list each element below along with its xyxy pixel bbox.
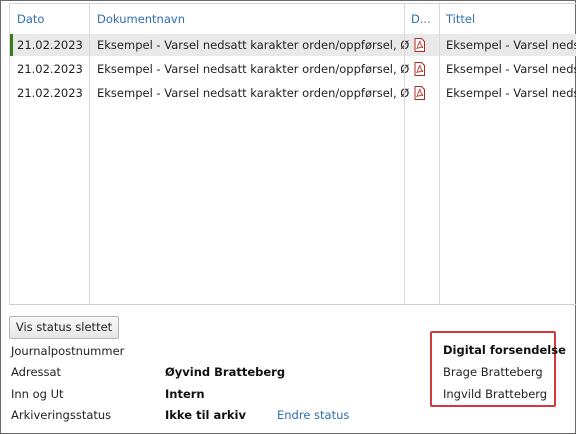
archive-status-label: Arkiveringsstatus: [11, 408, 112, 422]
window-frame: Dato Dokumentnavn D... Tittel 21.02.2023…: [0, 0, 576, 434]
pdf-icon[interactable]: [414, 62, 425, 76]
cell-document-name[interactable]: Eksempel - Varsel nedsatt karakter orden…: [97, 34, 409, 56]
table-row[interactable]: 21.02.2023 Eksempel - Varsel nedsatt kar…: [9, 34, 576, 56]
cell-date: 21.02.2023: [17, 86, 83, 100]
digital-recipient: Brage Bratteberg: [443, 365, 543, 379]
cell-document-name[interactable]: Eksempel - Varsel nedsatt karakter orden…: [97, 82, 409, 104]
direction-value: Intern: [165, 387, 205, 401]
change-status-link[interactable]: Endre status: [277, 408, 349, 422]
cell-date: 21.02.2023: [17, 62, 83, 76]
column-divider: [89, 4, 90, 304]
cell-date: 21.02.2023: [17, 38, 83, 52]
cell-title: Eksempel - Varsel nedsatt: [446, 86, 576, 100]
cell-title: Eksempel - Varsel nedsatt: [446, 62, 576, 76]
digital-shipment-title: Digital forsendelse: [443, 343, 566, 357]
cell-title: Eksempel - Varsel nedsatt: [446, 38, 576, 52]
column-divider: [404, 4, 405, 304]
digital-recipient: Ingvild Bratteberg: [443, 387, 548, 401]
table-row[interactable]: 21.02.2023 Eksempel - Varsel nedsatt kar…: [9, 82, 576, 104]
addressee-value: Øyvind Bratteberg: [165, 365, 286, 379]
column-divider: [439, 4, 440, 304]
column-divider: [9, 4, 10, 304]
pdf-icon[interactable]: [414, 86, 425, 100]
journal-number-label: Journalpostnummer: [11, 344, 125, 358]
archive-status-value: Ikke til arkiv: [165, 408, 246, 422]
show-deleted-status-button[interactable]: Vis status slettet: [9, 316, 119, 339]
column-header-date[interactable]: Dato: [17, 4, 92, 34]
column-header-title[interactable]: Tittel: [446, 4, 576, 34]
column-header-document-type[interactable]: D...: [411, 4, 437, 34]
addressee-label: Adressat: [11, 365, 62, 379]
pdf-icon[interactable]: [414, 38, 425, 52]
table-row[interactable]: 21.02.2023 Eksempel - Varsel nedsatt kar…: [9, 58, 576, 80]
column-header-document-name[interactable]: Dokumentnavn: [97, 4, 407, 34]
cell-document-name[interactable]: Eksempel - Varsel nedsatt karakter orden…: [97, 58, 409, 80]
documents-table: Dato Dokumentnavn D... Tittel 21.02.2023…: [9, 3, 576, 305]
direction-label: Inn og Ut: [11, 387, 64, 401]
